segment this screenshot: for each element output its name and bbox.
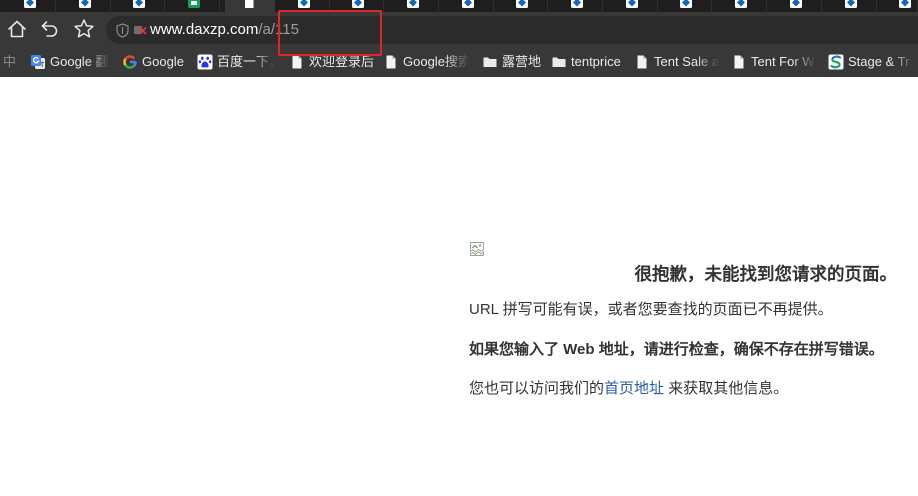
shield-icon[interactable] (116, 23, 129, 38)
tab[interactable] (827, 0, 877, 12)
site-logo-icon (844, 0, 857, 8)
site-logo-icon (680, 0, 693, 8)
bookmark-label: 露营地 (502, 54, 542, 69)
site-logo-icon (78, 0, 91, 8)
homepage-hint-text: 您也可以访问我们的首页地址 来获取其他信息。 (469, 379, 897, 399)
bookmark-page-icon (383, 54, 399, 70)
tab[interactable] (170, 0, 221, 12)
site-logo-icon (352, 0, 365, 8)
tab[interactable] (498, 0, 549, 12)
folder-icon (551, 54, 567, 70)
home-icon (8, 20, 26, 38)
site-logo-icon (516, 0, 529, 8)
green-app-icon (188, 0, 201, 8)
bookmarks-bar: 中 Google 翻 Google 百度一下， 欢迎登录后 Google搜索 露… (0, 46, 918, 77)
back-arrow-icon (41, 21, 58, 37)
bookmark-item[interactable]: Google搜索 (383, 53, 469, 70)
google-translate-icon (30, 54, 46, 70)
url-error-text: URL 拼写可能有误，或者您要查找的页面已不再提供。 (469, 301, 833, 318)
site-logo-icon (789, 0, 802, 8)
bookmark-item[interactable]: Google (122, 53, 184, 70)
blank-page-icon (243, 0, 255, 8)
bookmark-item[interactable]: Stage & Tr (828, 53, 916, 70)
homepage-link[interactable]: 首页地址 (604, 380, 664, 397)
tab[interactable] (389, 0, 439, 12)
site-logo-icon (406, 0, 419, 8)
tab[interactable] (662, 0, 713, 12)
bookmark-item[interactable]: 百度一下， (197, 53, 275, 70)
site-logo-icon (899, 0, 912, 8)
homepage-hint-after: 来获取其他信息。 (664, 380, 789, 397)
tab[interactable] (444, 0, 494, 12)
site-logo-icon (24, 0, 36, 8)
tab[interactable] (115, 0, 166, 12)
bookmark-item[interactable]: Tent Sale a (634, 53, 720, 70)
address-bar[interactable]: www.daxzp.com/a/115 (106, 16, 918, 44)
google-icon (122, 54, 138, 70)
stage-logo-icon (828, 54, 844, 70)
bookmark-star-button[interactable] (73, 18, 95, 40)
folder-icon (482, 54, 498, 70)
bookmark-page-icon (731, 54, 747, 70)
browser-chrome: www.daxzp.com/a/115 中 Google 翻 Google 百度… (0, 0, 918, 77)
tab[interactable] (6, 0, 56, 12)
not-secure-icon[interactable] (133, 23, 147, 37)
bookmark-label: Tent For W (751, 54, 815, 69)
toolbar: www.daxzp.com/a/115 (0, 12, 918, 46)
bookmark-label: Tent Sale a (654, 54, 720, 69)
bookmark-label: Google搜索 (403, 54, 469, 69)
bookmark-folder[interactable]: tentprice (551, 53, 621, 70)
bookmark-item[interactable]: Tent For W (731, 53, 817, 70)
homepage-hint-before: 您也可以访问我们的 (469, 380, 605, 397)
tab[interactable] (881, 0, 918, 12)
site-logo-icon (297, 0, 310, 8)
site-logo-icon (461, 0, 474, 8)
site-logo-icon (625, 0, 638, 8)
bookmark-label: Google 翻 (50, 54, 109, 69)
tab-active[interactable] (224, 0, 275, 12)
url-text[interactable]: www.daxzp.com/a/115 (150, 16, 299, 44)
bookmark-label: Stage & Tr (848, 54, 910, 69)
check-address-text: 如果您输入了 Web 地址，请进行检查，确保不存在拼写错误。 (469, 341, 884, 358)
site-logo-icon (735, 0, 748, 8)
bookmark-label: 百度一下， (217, 54, 275, 69)
tab[interactable] (717, 0, 768, 12)
bookmark-label: Google (142, 54, 184, 69)
tab[interactable] (61, 0, 111, 12)
site-logo-icon (571, 0, 583, 8)
url-domain: www.daxzp.com (150, 21, 259, 38)
bookmark-page-icon (634, 54, 650, 70)
bookmark-folder[interactable]: 露营地 (482, 53, 541, 70)
red-highlight-box (278, 10, 382, 56)
home-button[interactable] (6, 18, 28, 40)
tab[interactable] (553, 0, 603, 12)
not-found-message: 很抱歉，未能找到您请求的页面。 URL 拼写可能有误，或者您要查找的页面已不再提… (469, 241, 897, 399)
tab[interactable] (772, 0, 822, 12)
bookmarks-bar-lead-label[interactable]: 中 (3, 53, 16, 70)
page-title: 很抱歉，未能找到您请求的页面。 (634, 264, 898, 284)
bookmark-item[interactable]: Google 翻 (30, 53, 110, 70)
tab-strip (0, 0, 918, 12)
back-button[interactable] (39, 18, 61, 40)
star-icon (74, 19, 94, 38)
tab[interactable] (608, 0, 658, 12)
bookmark-label: tentprice (571, 54, 621, 69)
baidu-paw-icon (197, 54, 213, 70)
broken-image-icon (469, 241, 485, 257)
site-logo-icon (133, 0, 146, 8)
